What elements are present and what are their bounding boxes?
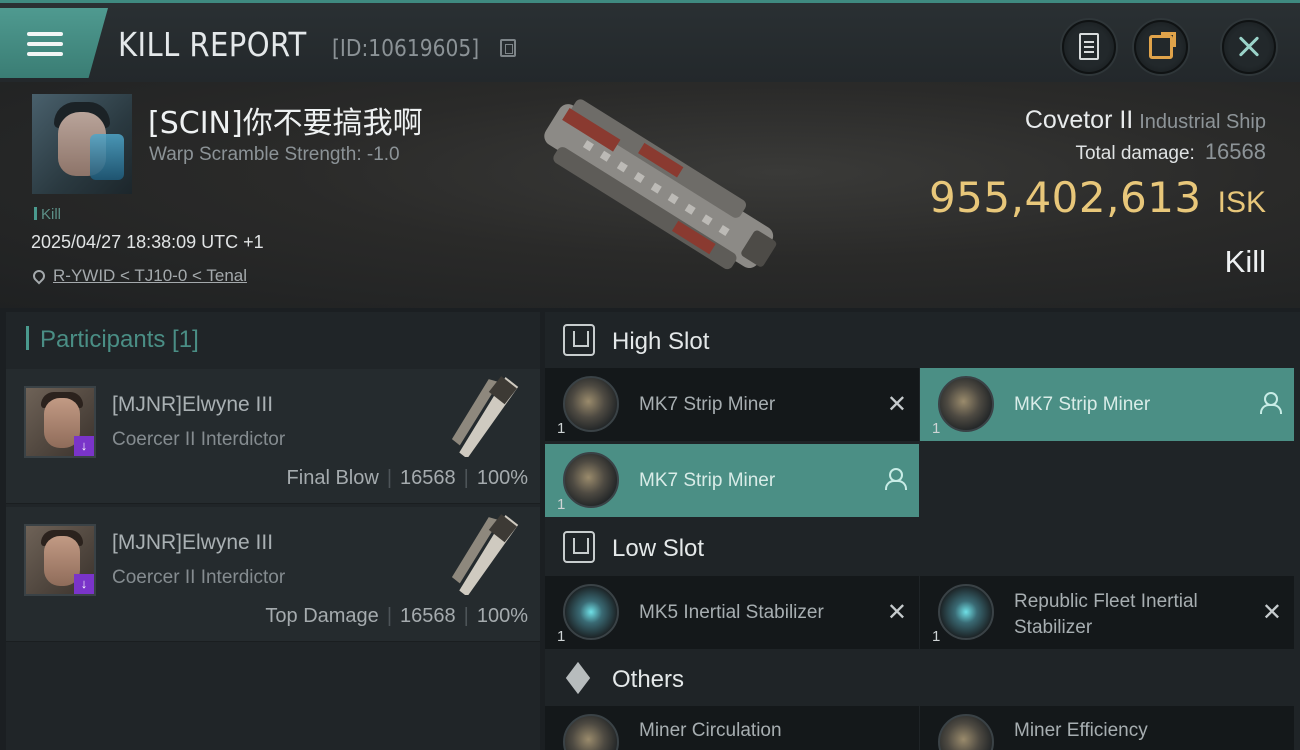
report-id: [ID:10619605] (332, 36, 480, 62)
victim-summary: [SCIN]你不要搞我啊 Warp Scramble Strength: -1.… (0, 82, 1300, 308)
menu-icon (27, 32, 63, 56)
victim-ship-class: Industrial Ship (1139, 111, 1266, 133)
module-name: Miner Efficiency (1014, 720, 1148, 741)
participant-stats: Top Damage | 16568 | 100% (265, 605, 528, 627)
module-item[interactable]: Miner Efficiency (920, 706, 1294, 750)
victim-name[interactable]: [SCIN]你不要搞我啊 (148, 98, 423, 142)
copy-icon[interactable] (500, 39, 516, 57)
module-item[interactable]: 1 MK5 Inertial Stabilizer ✕ (545, 576, 919, 649)
top-bar: KILL REPORT [ID:10619605] (0, 0, 1300, 82)
participant-avatar[interactable]: ↓ (24, 386, 96, 458)
module-quantity: 1 (557, 496, 566, 513)
low-slot-title: Low Slot (612, 535, 705, 562)
strip-miner-icon (563, 376, 619, 432)
kill-location[interactable]: R-YWID < TJ10-0 < Tenal (30, 266, 247, 286)
module-item[interactable]: 1 MK7 Strip Miner (545, 444, 919, 517)
total-damage-row: Total damage: 16568 (929, 139, 1266, 165)
remove-x-icon: ✕ (886, 599, 907, 626)
module-item[interactable]: 1 MK7 Strip Miner (920, 368, 1294, 441)
role-badge-icon: ↓ (74, 574, 94, 594)
ship-info: Covetor II Industrial Ship Total damage: 1… (929, 106, 1266, 222)
module-item[interactable]: 1 Republic Fleet Inertial Stabilizer ✕ (920, 576, 1294, 649)
page-title: KILL REPORT (118, 25, 307, 64)
participant-role: Final Blow (286, 467, 379, 489)
share-icon (1149, 32, 1176, 59)
victim-ship-name[interactable]: Covetor II (1025, 106, 1133, 134)
module-name: MK5 Inertial Stabilizer (639, 602, 824, 623)
participant-stats: Final Blow | 16568 | 100% (286, 467, 528, 489)
inertial-stabilizer-icon (938, 584, 994, 640)
module-item[interactable]: Miner Circulation (545, 706, 919, 750)
participant-role: Top Damage (265, 605, 379, 627)
module-name: Republic Fleet Inertial Stabilizer (1014, 591, 1198, 638)
document-icon (1079, 33, 1099, 60)
module-name: MK7 Strip Miner (639, 470, 776, 491)
participant-name[interactable]: [MJNR]Elwyne III (112, 531, 273, 555)
strip-miner-icon (563, 452, 619, 508)
strip-miner-icon (938, 376, 994, 432)
victim-avatar[interactable] (32, 94, 132, 194)
participant-damage: 16568 (400, 467, 456, 489)
person-icon (885, 468, 907, 490)
module-quantity: 1 (932, 420, 941, 437)
inertial-stabilizer-icon (563, 584, 619, 640)
participant-row[interactable]: ↓ [MJNR]Elwyne III Coercer II Interdicto… (6, 369, 540, 504)
total-damage-label: Total damage: (1075, 143, 1195, 164)
person-icon (1260, 392, 1282, 414)
victim-ship-image (544, 99, 777, 270)
participant-name[interactable]: [MJNR]Elwyne III (112, 393, 273, 417)
isk-row: 955,402,613 ISK (929, 173, 1266, 222)
module-name: Miner Circulation (639, 720, 782, 741)
high-slot-icon (563, 324, 595, 356)
rig-icon (563, 714, 619, 750)
remove-x-icon: ✕ (1261, 599, 1282, 626)
module-quantity: 1 (932, 628, 941, 645)
location-pin-icon (30, 267, 48, 285)
kill-datetime: 2025/04/27 18:38:09 UTC +1 (31, 232, 264, 252)
menu-button[interactable] (0, 8, 108, 78)
isk-value: 955,402,613 (928, 173, 1202, 222)
high-slot-title: High Slot (612, 328, 710, 355)
participant-damage: 16568 (400, 605, 456, 627)
others-cube-icon (563, 664, 595, 696)
module-quantity: 1 (557, 420, 566, 437)
others-title: Others (612, 666, 685, 693)
report-document-button[interactable] (1062, 20, 1116, 74)
rig-icon (938, 714, 994, 750)
total-damage-value: 16568 (1204, 139, 1266, 164)
module-name: MK7 Strip Miner (639, 394, 776, 415)
module-quantity: 1 (557, 628, 566, 645)
participant-avatar[interactable]: ↓ (24, 524, 96, 596)
remove-x-icon: ✕ (886, 391, 907, 418)
participant-percent: 100% (476, 605, 528, 627)
participant-row[interactable]: ↓ [MJNR]Elwyne III Coercer II Interdicto… (6, 507, 540, 642)
participants-panel: Participants [1] ↓ [MJNR]Elwyne III Coer… (6, 312, 540, 750)
participants-header[interactable]: Participants [1] (26, 326, 199, 354)
participant-ship: Coercer II Interdictor (112, 429, 286, 450)
fittings-panel: High Slot 1 MK7 Strip Miner ✕ 1 MK7 Stri… (545, 312, 1300, 750)
module-name: MK7 Strip Miner (1014, 394, 1151, 415)
low-slot-icon (563, 531, 595, 563)
kill-tag: Kill (34, 206, 61, 223)
location-link[interactable]: R-YWID < TJ10-0 < Tenal (53, 266, 247, 285)
role-badge-icon: ↓ (74, 436, 94, 456)
share-button[interactable] (1134, 20, 1188, 74)
isk-unit: ISK (1217, 186, 1266, 219)
participant-ship-image (451, 514, 519, 595)
close-button[interactable] (1222, 20, 1276, 74)
module-item[interactable]: 1 MK7 Strip Miner ✕ (545, 368, 919, 441)
participant-ship-image (451, 376, 519, 457)
warp-scramble-strength: Warp Scramble Strength: -1.0 (149, 144, 400, 165)
participant-percent: 100% (476, 467, 528, 489)
kill-status: Kill (1224, 244, 1266, 279)
participant-ship: Coercer II Interdictor (112, 567, 286, 588)
close-icon (1224, 22, 1274, 72)
